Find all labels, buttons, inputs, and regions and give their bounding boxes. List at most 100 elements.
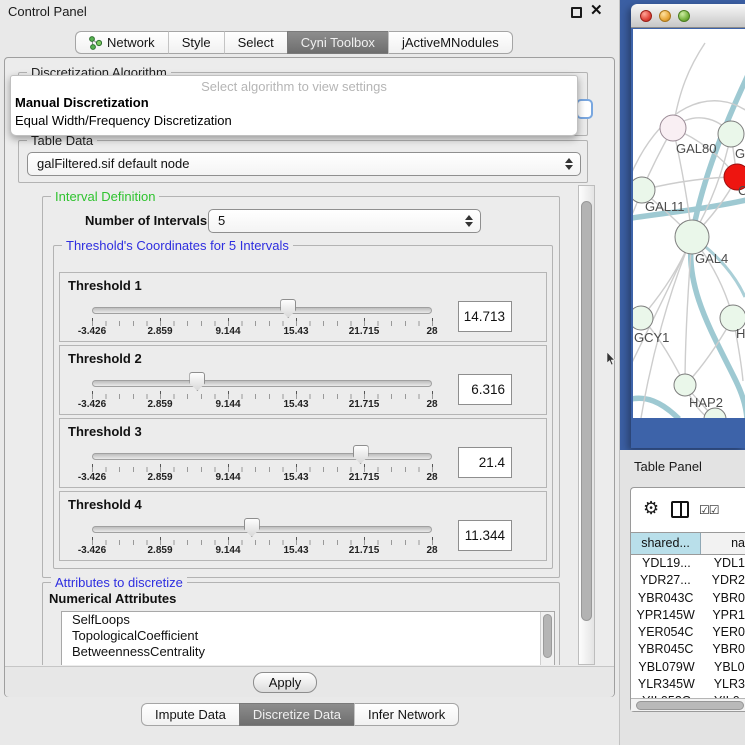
tab-network[interactable]: Network xyxy=(75,31,168,54)
algorithm-options: Manual DiscretizationEqual Width/Frequen… xyxy=(11,94,577,130)
checkboxes-icon[interactable]: ☑☑ xyxy=(699,503,719,517)
threshold-panel: Threshold 1-3.4262.8599.14415.4321.71528… xyxy=(59,272,547,342)
tab-infer-network[interactable]: Infer Network xyxy=(354,703,459,726)
apply-button[interactable]: Apply xyxy=(253,672,317,693)
list-item[interactable]: TopologicalCoefficient xyxy=(62,628,554,644)
top-tab-bar: Network Style Select Cyni Toolbox jActiveMNo… xyxy=(75,31,513,54)
slider-ticks xyxy=(92,318,433,326)
settings-viewport: Interval Definition Number of Intervals … xyxy=(39,185,577,665)
table-row[interactable]: YDR27...YDR2 xyxy=(631,573,745,590)
network-canvas[interactable]: GAL80GACGAL11GAL4GCY1HHAP2 xyxy=(633,29,745,418)
tab-label: jActiveMNodules xyxy=(402,35,499,50)
network-window-titlebar[interactable] xyxy=(631,4,745,28)
node-label: GA xyxy=(735,146,745,161)
tab-discretize-data[interactable]: Discretize Data xyxy=(239,703,354,726)
tick-label: 9.144 xyxy=(215,472,240,483)
close-icon[interactable]: ✕ xyxy=(590,2,603,20)
network-node-gal4[interactable] xyxy=(675,220,709,254)
tick-label: 15.43 xyxy=(283,326,308,337)
network-edge-highlighted[interactable] xyxy=(633,398,679,418)
threshold-value-field[interactable]: 14.713 xyxy=(458,301,512,332)
interval-definition-group: Interval Definition Number of Intervals … xyxy=(42,196,560,578)
threshold-panel: Threshold 3-3.4262.8599.14415.4321.71528… xyxy=(59,418,547,488)
column-header-shared-name[interactable]: shared... xyxy=(631,533,701,554)
tab-jactivemnodules[interactable]: jActiveMNodules xyxy=(388,31,513,54)
table-rows: YDL19...YDL1YDR27...YDR2YBR043CYBR0YPR14… xyxy=(631,556,745,700)
slider-thumb[interactable] xyxy=(189,372,205,391)
tab-label: Style xyxy=(182,35,211,50)
network-node-gcy1[interactable] xyxy=(633,306,653,330)
algorithm-combo-fragment[interactable] xyxy=(576,99,593,119)
tab-label: Network xyxy=(107,35,155,50)
list-item[interactable]: SelfLoops xyxy=(62,612,554,628)
tab-cyni-toolbox[interactable]: Cyni Toolbox xyxy=(287,31,388,54)
table-row[interactable]: YBL079WYBL0 xyxy=(631,660,745,677)
cell-shared-name: YPR145W xyxy=(631,608,700,625)
numerical-attributes-label: Numerical Attributes xyxy=(49,591,176,606)
split-columns-icon[interactable] xyxy=(671,501,689,518)
close-traffic-light-icon[interactable] xyxy=(640,10,652,22)
cell-shared-name: YDR27... xyxy=(631,573,700,590)
panel-scrollbar[interactable] xyxy=(578,185,595,665)
tab-label: Infer Network xyxy=(368,707,445,722)
table-row[interactable]: YER054CYER0 xyxy=(631,625,745,642)
panel-scrollbar-thumb[interactable] xyxy=(581,201,592,621)
tab-style[interactable]: Style xyxy=(168,31,224,54)
tick-label: 9.144 xyxy=(215,545,240,556)
numerical-attributes-list[interactable]: SelfLoopsTopologicalCoefficientBetweenne… xyxy=(61,611,555,665)
threshold-label: Threshold 3 xyxy=(68,424,142,439)
slider-track[interactable] xyxy=(92,380,432,387)
slider-tick-labels: -3.4262.8599.14415.4321.71528 xyxy=(92,545,433,557)
table-row[interactable]: YBR045CYBR0 xyxy=(631,642,745,659)
tab-label: Select xyxy=(238,35,274,50)
float-panel-icon[interactable] xyxy=(571,7,582,18)
num-intervals-combobox[interactable]: 5 xyxy=(208,209,481,233)
slider-tick-labels: -3.4262.8599.14415.4321.71528 xyxy=(92,399,433,411)
table-data-group: Table Data galFiltered.sif default node xyxy=(18,140,588,183)
slider-track[interactable] xyxy=(92,307,432,314)
algorithm-option[interactable]: Manual Discretization xyxy=(11,94,577,112)
gear-icon[interactable]: ⚙ xyxy=(643,498,659,518)
list-item[interactable]: BetweennessCentrality xyxy=(62,644,554,660)
table-row[interactable]: YPR145WYPR1 xyxy=(631,608,745,625)
attributes-scrollbar-thumb[interactable] xyxy=(543,614,552,658)
control-panel: Control Panel ✕ NetworkStyleSelectCyni T… xyxy=(0,0,620,745)
screen: Control Panel ✕ NetworkStyleSelectCyni T… xyxy=(0,0,745,745)
slider-track[interactable] xyxy=(92,453,432,460)
threshold-value-field[interactable]: 21.4 xyxy=(458,447,512,478)
slider-track[interactable] xyxy=(92,526,432,533)
network-node-hap2[interactable] xyxy=(674,374,696,396)
threshold-value-field[interactable]: 11.344 xyxy=(458,520,512,551)
tick-label: 15.43 xyxy=(283,472,308,483)
cell-shared-name: YBR043C xyxy=(631,591,700,608)
attributes-group-title: Attributes to discretize xyxy=(51,575,187,590)
algorithm-dropdown-popup: Select algorithm to view settings Manual… xyxy=(10,75,578,136)
slider-thumb[interactable] xyxy=(353,445,369,464)
slider-thumb[interactable] xyxy=(280,299,296,318)
tab-select[interactable]: Select xyxy=(224,31,287,54)
network-node-ga[interactable] xyxy=(718,121,744,147)
tab-impute-data[interactable]: Impute Data xyxy=(141,703,239,726)
zoom-traffic-light-icon[interactable] xyxy=(678,10,690,22)
thresholds-group: Threshold's Coordinates for 5 Intervals … xyxy=(53,245,553,569)
tick-label: 2.859 xyxy=(147,472,172,483)
table-card: ⚙ ☑☑ shared... na YDL19...YDL1YDR27...YD… xyxy=(630,487,745,712)
table-row[interactable]: YBR043CYBR0 xyxy=(631,591,745,608)
tick-label: 21.715 xyxy=(349,472,380,483)
column-header-name[interactable]: na xyxy=(701,533,745,554)
attributes-scrollbar[interactable] xyxy=(540,612,554,665)
combobox-arrows-icon xyxy=(464,214,473,228)
threshold-value-field[interactable]: 6.316 xyxy=(458,374,512,405)
table-hscrollbar[interactable] xyxy=(631,698,745,711)
table-row[interactable]: YDL19...YDL1 xyxy=(631,556,745,573)
table-data-combobox[interactable]: galFiltered.sif default node xyxy=(27,152,581,176)
network-node-gal80[interactable] xyxy=(660,115,686,141)
cell-shared-name: YDL19... xyxy=(631,556,702,573)
slider-thumb[interactable] xyxy=(244,518,260,537)
network-edge[interactable] xyxy=(642,177,737,190)
table-hscrollbar-thumb[interactable] xyxy=(636,701,744,710)
minimize-traffic-light-icon[interactable] xyxy=(659,10,671,22)
table-row[interactable]: YLR345WYLR3 xyxy=(631,677,745,694)
network-edge[interactable] xyxy=(673,43,705,128)
algorithm-option[interactable]: Equal Width/Frequency Discretization xyxy=(11,112,577,130)
